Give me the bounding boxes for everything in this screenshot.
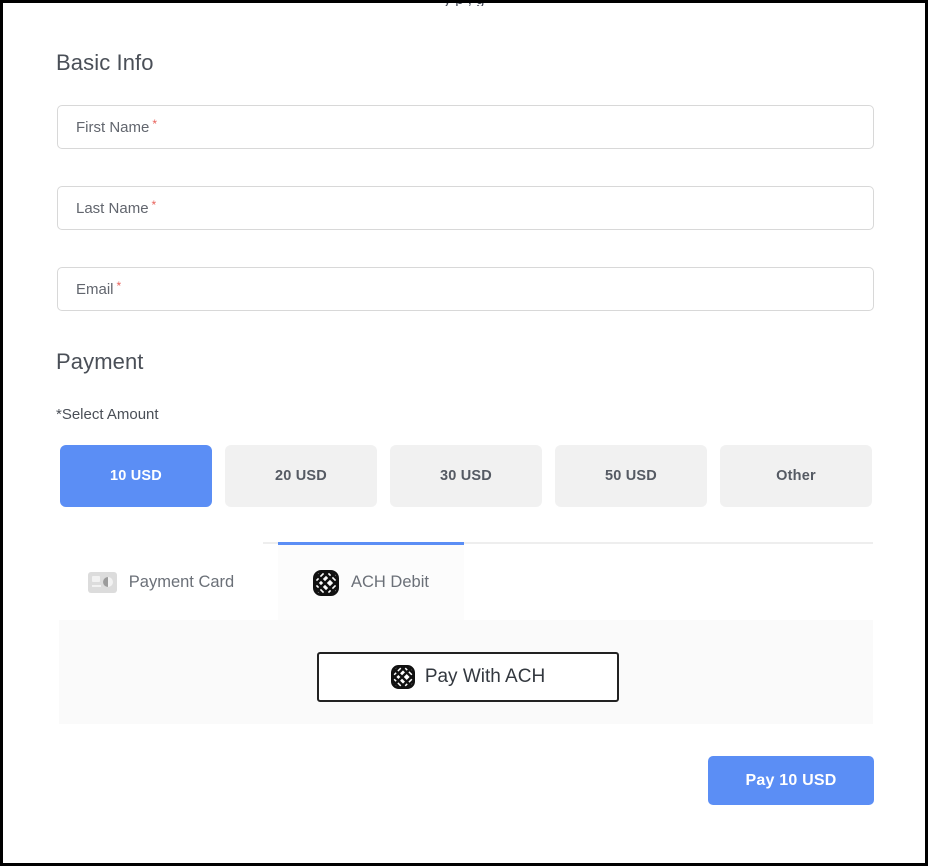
email-required-mark: * [116, 279, 122, 293]
tab-payment-card[interactable]: Payment Card [59, 542, 263, 620]
amount-button-20-usd[interactable]: 20 USD [225, 445, 377, 507]
payment-heading: Payment [56, 349, 144, 374]
tab-payment-card-label: Payment Card [128, 573, 235, 591]
last-name-input[interactable]: Last Name * [57, 186, 874, 230]
amount-button-group: 10 USD 20 USD 30 USD 50 USD Other [60, 445, 872, 507]
last-name-required-mark: * [151, 198, 157, 212]
amount-button-other[interactable]: Other [720, 445, 872, 507]
tab-ach-debit[interactable]: ACH Debit [278, 542, 464, 620]
pay-submit-button[interactable]: Pay 10 USD [708, 756, 874, 805]
basic-info-heading: Basic Info [56, 50, 154, 75]
last-name-placeholder: Last Name [76, 199, 149, 217]
email-placeholder: Email [76, 280, 114, 298]
amount-button-30-usd[interactable]: 30 USD [390, 445, 542, 507]
select-amount-label: *Select Amount [56, 406, 159, 423]
payment-method-tabs: Payment Card ACH Debit [59, 542, 873, 620]
amount-button-50-usd[interactable]: 50 USD [555, 445, 707, 507]
browser-window-frame: y p , g Basic Info First Name* Last Name… [0, 0, 928, 866]
first-name-placeholder: First Name [76, 118, 150, 136]
amount-button-10-usd[interactable]: 10 USD [60, 445, 212, 507]
payment-card-icon [87, 572, 117, 593]
tab-ach-debit-label: ACH Debit [351, 573, 429, 591]
ach-lattice-icon [313, 569, 340, 596]
pay-with-ach-label: Pay With ACH [424, 666, 546, 687]
first-name-required-mark: * [152, 117, 158, 131]
payment-form-page: Basic Info First Name * Last Name * Email *… [6, 6, 925, 863]
ach-lattice-icon [390, 665, 415, 689]
email-input[interactable]: Email * [57, 267, 874, 311]
first-name-input[interactable]: First Name * [57, 105, 874, 149]
pay-with-ach-button[interactable]: Pay With ACH [317, 652, 619, 702]
